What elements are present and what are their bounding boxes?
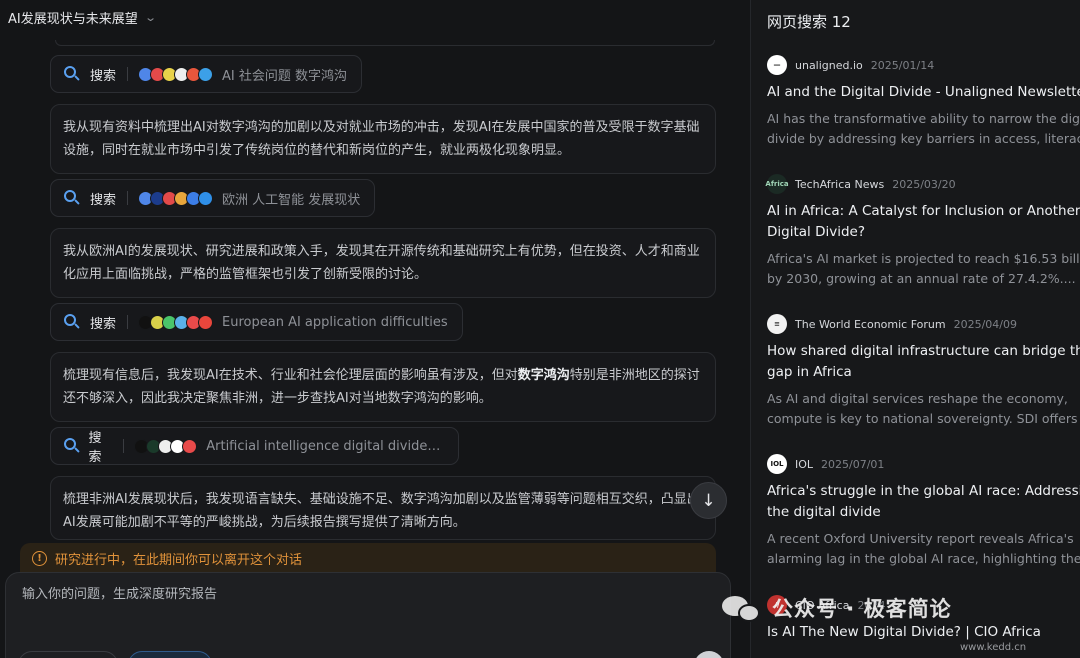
favicon-6-icon [198,190,214,206]
wechat-icon [722,592,762,624]
send-button[interactable] [694,651,724,658]
result-snippet-line: alarming lag in the global AI race, high… [767,551,1080,566]
conversation-title-dropdown[interactable]: AI发展现状与未来展望 ⌄ [8,8,157,27]
watermark-text: 公众号 · 极客简论 [772,597,952,621]
search-icon [63,189,81,207]
composer [5,572,731,658]
source-favicons [138,66,214,82]
result-title-line: Digital Divide? [767,224,866,240]
favicon-6-icon [198,314,214,330]
favicon-5-icon [182,438,198,454]
result-title-line: the digital divide [767,504,881,520]
status-text: 研究进行中，在此期间你可以离开这个对话 [55,552,303,568]
note-text: 我从欧洲AI的发展现状、研究进展和政策入手，发现其在开源传统和基础研究上有优势，… [63,244,700,282]
panel-title: 网页搜索 12 [767,13,851,31]
reasoning-note: 梳理非洲AI发展现状后，我发现语言缺失、基础设施不足、数字鸿沟加剧以及监管薄弱等… [50,476,716,540]
source-favicons [138,190,214,206]
source-name: unaligned.io [795,58,863,72]
search-label: 搜索 [90,192,117,208]
result-title[interactable]: Africa's struggle in the global AI race:… [767,481,1080,523]
divider [127,67,129,81]
search-pill[interactable]: 搜索 欧洲 人工智能 发展现状 [50,179,376,217]
source-date: 2025/01/14 [870,58,935,72]
chevron-down-icon: ⌄ [143,11,157,24]
result-snippet-line: divide by addressing key barriers in acc… [767,131,1080,146]
search-label: 搜索 [88,431,102,465]
divider [127,191,129,205]
divider [55,40,715,46]
result-title[interactable]: How shared digital infrastructure can br… [767,341,1080,383]
result-title-line: How shared digital infrastructure can br… [767,343,1080,359]
search-step[interactable]: 搜索 European AI application difficulties [50,303,463,341]
result-title-line: Africa's struggle in the global AI race:… [767,483,1080,499]
search-result[interactable]: Africa TechAfrica News 2025/03/20 AI in … [765,173,1080,289]
divider [123,439,125,453]
source-favicons [138,314,214,330]
search-result[interactable]: — unaligned.io 2025/01/14 AI and the Dig… [767,54,1080,149]
techafrica-logo: Africa [765,174,789,194]
scroll-to-bottom-button[interactable]: ↓ [690,482,727,519]
search-step[interactable]: 搜索 AI 社会问题 数字鸿沟 [50,55,363,93]
reasoning-note: 我从欧洲AI的发展现状、研究进展和政策入手，发现其在开源传统和基础研究上有优势，… [50,228,716,298]
search-step[interactable]: 搜索 Artificial intelligence digital divid… [50,427,459,465]
result-title[interactable]: AI and the Digital Divide - Unaligned Ne… [767,82,1080,103]
divider [127,315,129,329]
search-query: AI 社会问题 数字鸿沟 [222,68,348,84]
watermark-url: www.kedd.cn [960,642,1027,653]
source-favicons [134,438,198,454]
source-date: 2025/03/20 [892,177,956,191]
wef-logo: ≡ [767,314,787,334]
research-status-banner: ! 研究进行中，在此期间你可以离开这个对话 [20,543,716,573]
note-text: 我从现有资料中梳理出AI对数字鸿沟的加剧以及对就业市场的冲击，发现AI在发展中国… [63,120,700,158]
web-search-panel: 网页搜索 12 — unaligned.io 2025/01/14 AI and… [750,0,1080,658]
source-date: 2025/04/09 [953,317,1018,331]
note-text-before: 梳理现有信息后，我发现AI在技术、行业和社会伦理层面的影响虽有涉及，但对 [63,368,518,383]
unaligned-logo: — [767,55,787,75]
search-result[interactable]: IOL IOL 2025/07/01 Africa's struggle in … [767,453,1080,569]
reasoning-note: 我从现有资料中梳理出AI对数字鸿沟的加剧以及对就业市场的冲击，发现AI在发展中国… [50,104,716,174]
result-snippet-line: compute is key to national sovereignty. … [767,411,1080,426]
search-label: 搜索 [90,316,117,332]
search-query: Artificial intelligence digital divide A… [206,438,444,454]
source-name: TechAfrica News [795,177,885,191]
deep-research-toggle[interactable] [128,651,212,658]
search-label: 搜索 [90,68,117,84]
result-snippet-line: A recent Oxford University report reveal… [767,531,1074,546]
result-snippet-line: As AI and digital services reshape the e… [767,391,1068,406]
search-icon [63,437,80,455]
composer-option-button[interactable] [18,651,118,658]
result-title-line: gap in Africa [767,364,852,380]
search-step[interactable]: 搜索 欧洲 人工智能 发展现状 [50,179,376,217]
result-title-line: AI in Africa: A Catalyst for Inclusion o… [767,203,1080,219]
source-name: The World Economic Forum [795,317,946,331]
search-query: 欧洲 人工智能 发展现状 [222,192,361,208]
search-pill[interactable]: 搜索 AI 社会问题 数字鸿沟 [50,55,363,93]
conversation-title: AI发展现状与未来展望 [8,12,138,27]
search-query: European AI application difficulties [222,314,448,330]
arrow-down-icon: ↓ [701,490,716,511]
chat-pane: AI发展现状与未来展望 ⌄ 搜索 AI 社会问题 数字鸿沟 我从现有资料中梳理出… [0,0,750,658]
result-snippet-line: AI has the transformative ability to nar… [767,111,1080,126]
source-name: IOL [795,457,814,471]
source-date: 2025/07/01 [821,457,885,471]
search-icon [63,313,81,331]
info-warning-icon: ! [32,550,47,566]
search-pill[interactable]: 搜索 Artificial intelligence digital divid… [50,427,459,465]
result-snippet-line: by 2030, growing at an annual rate of 27… [767,271,1076,286]
result-title[interactable]: AI in Africa: A Catalyst for Inclusion o… [767,201,1080,243]
note-text: 梳理非洲AI发展现状后，我发现语言缺失、基础设施不足、数字鸿沟加剧以及监管薄弱等… [63,492,700,530]
search-icon [63,65,81,83]
result-title[interactable]: Is AI The New Digital Divide? | CIO Afri… [767,622,1080,643]
note-text-bold: 数字鸿沟 [517,368,570,383]
watermark: 公众号 · 极客简论 [722,592,952,624]
question-input[interactable] [22,587,622,602]
search-result[interactable]: ≡ The World Economic Forum 2025/04/09 Ho… [767,313,1080,429]
search-pill[interactable]: 搜索 European AI application difficulties [50,303,463,341]
reasoning-note: 梳理现有信息后，我发现AI在技术、行业和社会伦理层面的影响虽有涉及，但对数字鸿沟… [50,352,716,422]
favicon-6-icon [198,66,214,82]
iol-logo: IOL [767,454,787,474]
result-snippet-line: Africa's AI market is projected to reach… [767,251,1080,266]
